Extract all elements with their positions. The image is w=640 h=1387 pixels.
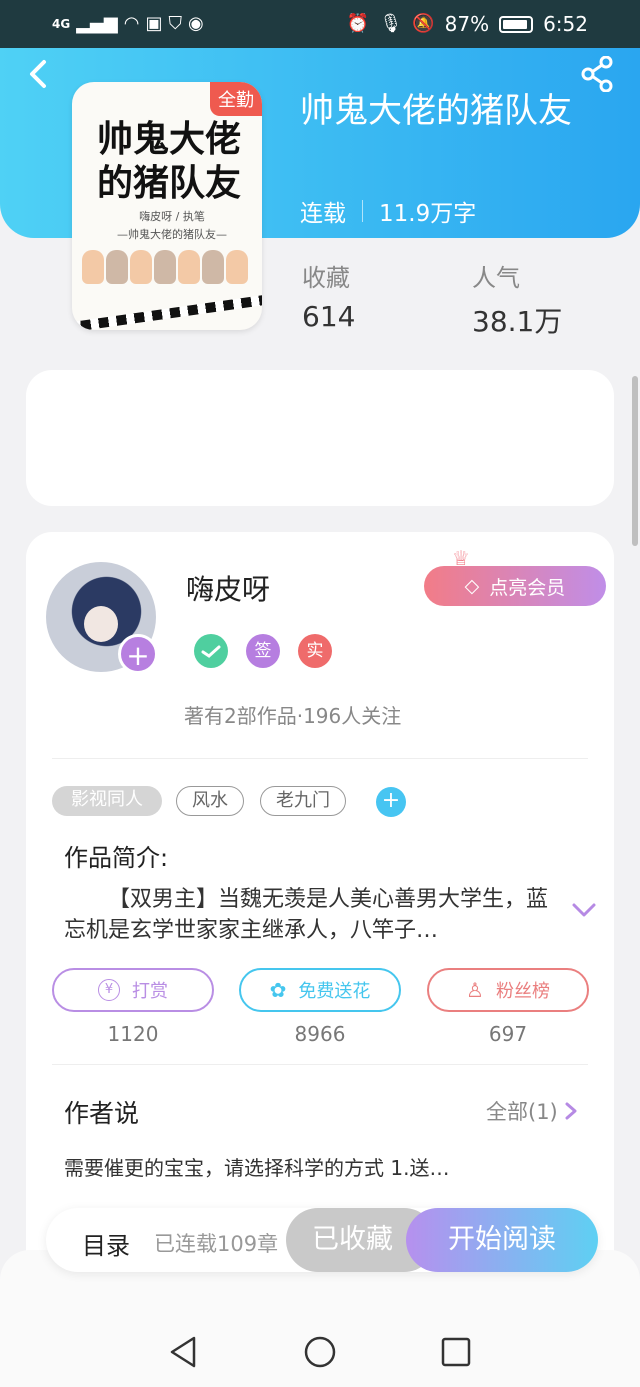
cover-subtitle: —帅鬼大佬的猪队友— [117,228,227,241]
nav-home-button[interactable] [300,1332,340,1372]
handshake-badge-icon [194,634,228,668]
tip-button[interactable]: ¥ 打赏 [52,968,214,1012]
coin-icon: ¥ [98,979,120,1001]
user-icon: ♙ [466,978,484,1002]
flower-button[interactable]: ✿ 免费送花 [239,968,401,1012]
bulb-icon: ◉ [187,13,204,34]
back-button[interactable] [18,54,58,94]
divider [52,758,588,759]
divider [52,1064,588,1065]
tag[interactable]: 老九门 [260,786,346,816]
author-name[interactable]: 嗨皮呀 [186,568,270,608]
book-title: 帅鬼大佬的猪队友 [300,91,572,131]
cellular-signal-icon: 4G [52,17,71,31]
chapter-count: 已连载109章 [154,1232,279,1256]
meta-divider [362,200,363,222]
status-bar: 4G ▂▄▆ ◠ ▣ ⛉ ◉ ⏰ 🎙 🔕 87% 6:52 [0,0,640,48]
chevron-right-icon [565,1102,577,1120]
cover-stripe [72,292,262,330]
empty-card [26,370,614,506]
book-meta: 连载 11.9万字 [300,194,476,228]
tip-label: 打赏 [132,981,168,1002]
mic-icon: 🎙 [379,13,403,34]
cover-title: 帅鬼大佬的猪队友 [96,119,241,204]
tag[interactable]: 影视同人 [52,786,162,816]
scrollbar[interactable] [632,376,638,546]
author-info: 著有2部作品·196人关注 [184,704,402,728]
popularity-label: 人气 [472,264,520,292]
avatar-face [84,606,118,642]
fan-rank-button[interactable]: ♙ 粉丝榜 [427,968,589,1012]
author-says-more[interactable]: 全部(1) [486,1096,578,1126]
attendance-badge: 全勤 [210,82,262,116]
shield-icon: ⛉ [168,13,182,34]
favorites-label: 收藏 [302,264,350,292]
intro-text[interactable]: 【双男主】当魏无羡是人美心善男大学生，蓝忘机是玄学世家家主继承人，八竿子… [64,884,560,946]
add-tag-button[interactable]: + [376,787,406,817]
wifi-icon: ◠ [123,13,140,34]
fan-rank-label: 粉丝榜 [495,981,550,1002]
vip-button[interactable]: ◇ 点亮会员 [424,566,606,606]
popularity-value: 38.1万 [472,305,563,338]
word-count: 11.9万字 [379,201,477,227]
flower-label: 免费送花 [298,981,371,1002]
intro-title: 作品简介: [64,844,169,872]
start-reading-button[interactable]: 开始阅读 [406,1208,598,1272]
tip-count: 1120 [107,1022,159,1046]
author-says-title: 作者说 [64,1099,140,1128]
nav-recents-button[interactable] [436,1332,476,1372]
book-status: 连载 [300,201,346,227]
signal-bars-icon: ▂▄▆ [76,13,118,34]
circle-home-icon [304,1336,336,1368]
toc-button[interactable]: 目录 [82,1226,130,1261]
mute-icon: 🔕 [412,13,435,34]
cover-author: 嗨皮呀 / 执笔 [139,210,205,223]
signed-badge: 签 [246,634,280,668]
follow-button[interactable]: + [118,634,158,674]
author-says-text[interactable]: 需要催更的宝宝，请选择科学的方式 1.送… [64,1152,449,1181]
author-says-more-label: 全部(1) [486,1100,558,1124]
clock: 6:52 [543,12,588,36]
battery-icon [499,15,534,33]
battery-percent: 87% [444,12,490,36]
verified-badge: 实 [298,634,332,668]
flower-icon: ✿ [269,978,287,1002]
favorites-value: 614 [302,300,356,333]
triangle-back-icon [170,1336,196,1368]
flower-count: 8966 [294,1022,346,1046]
cover-illustration [82,250,254,284]
fan-rank-count: 697 [488,1022,528,1046]
tag[interactable]: 风水 [176,786,244,816]
alarm-icon: ⏰ [346,13,370,34]
chevron-down-icon[interactable] [570,898,598,922]
book-cover[interactable]: 全勤 帅鬼大佬的猪队友 嗨皮呀 / 执笔 —帅鬼大佬的猪队友— [72,82,262,330]
nav-back-button[interactable] [164,1332,204,1372]
chevron-left-icon [30,60,46,88]
square-recents-icon [441,1337,471,1367]
vip-button-label: 点亮会员 [489,576,566,599]
app-notification-icon: ▣ [145,13,163,34]
diamond-icon: ◇ [464,575,480,597]
